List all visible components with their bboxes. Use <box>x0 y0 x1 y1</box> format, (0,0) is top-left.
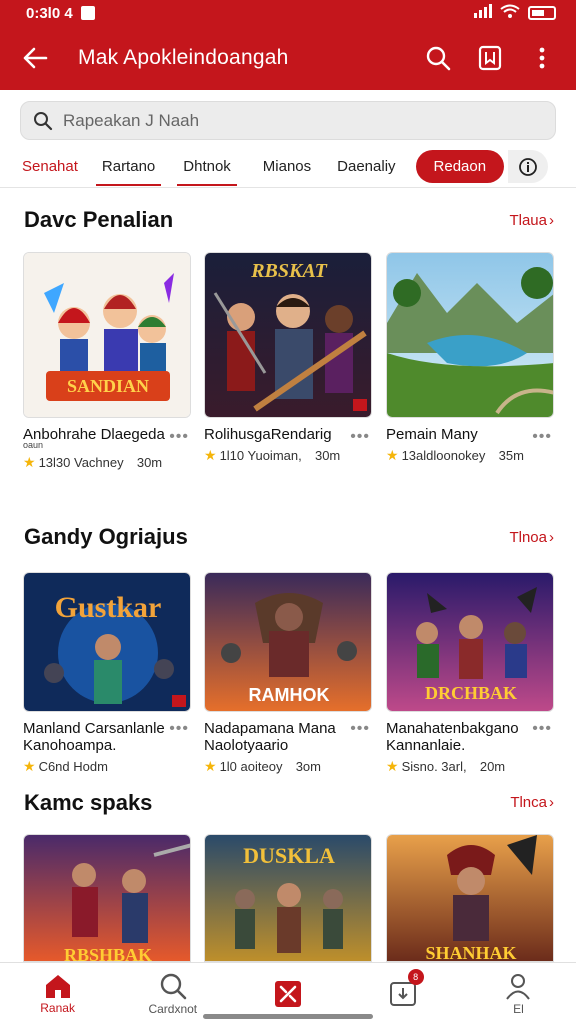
category-tabs: Senahat Rartano Dhtnok Mianos Daenaliy R… <box>0 146 576 188</box>
game-card[interactable]: SANDIAN Anbohrahe Dlaegeda ••• oaun ★ 13l… <box>23 252 191 471</box>
tab-1[interactable]: Rartano <box>95 146 162 188</box>
more-vert-icon <box>539 47 545 69</box>
game-thumbnail <box>386 252 554 418</box>
bookmark-icon <box>478 45 502 71</box>
wifi-icon <box>500 4 520 22</box>
section-more-link[interactable]: Tlaua › <box>509 212 554 229</box>
back-arrow-icon <box>23 47 48 69</box>
game-card[interactable]: DUSKLA <box>204 834 372 962</box>
nav-profile[interactable]: El <box>461 963 576 1024</box>
search-input[interactable] <box>63 110 503 131</box>
game-card[interactable]: Gustkar Manland Carsanlanle Kanohoampa. … <box>23 572 191 775</box>
tab-underline <box>177 183 237 186</box>
star-icon: ★ <box>204 758 217 774</box>
art-text: RBSHBAK <box>64 945 152 962</box>
game-name: Pemain Many <box>386 426 478 443</box>
section-more-link[interactable]: Tlnca › <box>510 794 554 811</box>
tab-underline <box>95 183 162 186</box>
tab-0[interactable]: Senahat <box>22 146 78 188</box>
bookmark-button[interactable] <box>468 36 512 80</box>
game-name: RolihusgaRendarig <box>204 426 332 443</box>
status-bar: 0:3l0 4 <box>0 0 576 26</box>
game-card[interactable]: Pemain Many ••• ★ 13aldloonokey 35m <box>386 252 554 464</box>
game-thumbnail: RBSKAT <box>204 252 372 418</box>
notification-icon <box>80 6 95 20</box>
game-card[interactable]: RBSHBAK <box>23 834 191 962</box>
game-name: Manland Carsanlanle Kanohoampa. <box>23 720 165 754</box>
home-indicator[interactable] <box>203 1014 373 1019</box>
notification-badge: 8 <box>407 969 424 985</box>
star-icon: ★ <box>386 447 399 463</box>
search-button[interactable] <box>416 36 460 80</box>
more-icon[interactable]: ••• <box>532 720 552 738</box>
game-thumbnail: RBSHBAK <box>23 834 191 962</box>
signal-icon <box>474 4 492 22</box>
game-name: Manahatenbakgano Kannanlaie. <box>386 720 519 754</box>
tab-2[interactable]: Dhtnok <box>177 146 237 188</box>
more-icon[interactable]: ••• <box>350 720 370 738</box>
nav-home[interactable]: Ranak <box>0 963 115 1024</box>
more-icon[interactable]: ••• <box>350 428 370 446</box>
tab-4[interactable]: Daenaliy <box>337 146 395 188</box>
section-more-link[interactable]: Tlnoa › <box>509 529 554 546</box>
back-button[interactable] <box>0 36 70 80</box>
tab-5-selected[interactable]: Redaon <box>415 150 505 183</box>
game-thumbnail: DRCHBAK <box>386 572 554 712</box>
svg-text:DUSKLA: DUSKLA <box>243 843 335 868</box>
home-icon <box>45 974 70 998</box>
game-card[interactable]: RBSKAT RolihusgaRendarig ••• ★ 1l10 Yuoim… <box>204 252 372 464</box>
status-time: 0:3l0 4 <box>26 4 73 22</box>
game-name: Nadapamana Mana Naolotyaario <box>204 720 336 754</box>
search-icon <box>426 46 451 71</box>
search-icon <box>160 973 187 999</box>
svg-text:Gustkar: Gustkar <box>55 591 162 624</box>
game-card[interactable]: SHANHAK <box>386 834 554 962</box>
tools-icon <box>275 980 301 1007</box>
game-thumbnail: SANDIAN <box>23 252 191 418</box>
search-icon <box>34 111 53 130</box>
section-title: Davc Penalian <box>24 207 174 232</box>
star-icon: ★ <box>386 758 399 774</box>
info-icon <box>519 157 537 176</box>
section-title: Gandy Ogriajus <box>24 524 188 549</box>
game-card[interactable]: DRCHBAK Manahatenbakgano Kannanlaie. •••… <box>386 572 554 775</box>
chevron-right-icon: › <box>549 212 554 229</box>
tab-3[interactable]: Mianos <box>263 146 311 188</box>
svg-text:RAMHOK: RAMHOK <box>249 685 330 705</box>
svg-text:SANDIAN: SANDIAN <box>67 376 149 396</box>
battery-icon <box>528 6 556 20</box>
more-icon[interactable]: ••• <box>169 428 189 446</box>
chevron-right-icon: › <box>549 529 554 546</box>
more-options-button[interactable] <box>520 36 564 80</box>
more-icon[interactable]: ••• <box>169 720 189 738</box>
more-icon[interactable]: ••• <box>532 428 552 446</box>
game-thumbnail: RAMHOK <box>204 572 372 712</box>
profile-icon <box>506 973 531 1000</box>
star-icon: ★ <box>23 758 36 774</box>
game-thumbnail: Gustkar <box>23 572 191 712</box>
search-bar[interactable] <box>20 101 556 140</box>
app-title: Mak Apokleindoangah <box>78 46 289 69</box>
svg-text:SHANHAK: SHANHAK <box>425 943 516 962</box>
chevron-right-icon: › <box>549 794 554 811</box>
star-icon: ★ <box>23 454 36 470</box>
svg-text:DRCHBAK: DRCHBAK <box>425 683 517 703</box>
star-icon: ★ <box>204 447 217 463</box>
app-bar: Mak Apokleindoangah <box>0 26 576 90</box>
svg-text:RBSKAT: RBSKAT <box>250 260 327 282</box>
game-thumbnail: DUSKLA <box>204 834 372 962</box>
game-card[interactable]: RAMHOK Nadapamana Mana Naolotyaario ••• … <box>204 572 372 775</box>
game-thumbnail: SHANHAK <box>386 834 554 962</box>
info-button[interactable] <box>508 150 549 183</box>
section-title: Kamc spaks <box>24 790 153 815</box>
